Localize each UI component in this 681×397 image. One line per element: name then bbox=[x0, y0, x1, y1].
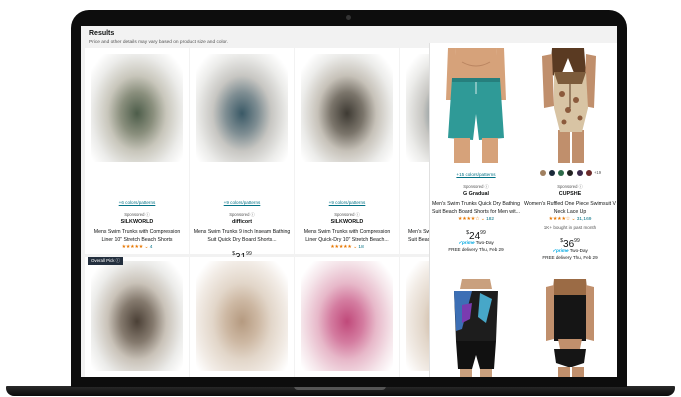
sponsored-label: Sponsored ⓘ bbox=[229, 212, 255, 217]
browser-screen: Results Price and other details may vary… bbox=[81, 26, 617, 377]
product-image[interactable] bbox=[196, 261, 288, 371]
colors-link[interactable]: +9 colors/patterns bbox=[295, 200, 399, 205]
swatch[interactable] bbox=[558, 170, 565, 176]
brand-name: G Gradual bbox=[462, 191, 490, 197]
rating[interactable]: ★★★★★ ⌄ 4 bbox=[85, 245, 189, 250]
product-title-link[interactable]: Men's Swim Trunks Quick Dry Bathing Suit… bbox=[430, 200, 522, 216]
star-rating-icon: ★★★★☆ bbox=[457, 217, 480, 222]
product-title-link[interactable]: Women's Ruffled One Piece Swimsuit V Nec… bbox=[522, 200, 617, 216]
overall-pick-badge: Overall Pick ⓘ bbox=[88, 257, 124, 265]
sponsored-label: Sponsored ⓘ bbox=[557, 184, 583, 189]
prime-badge: ✓prime Two-Day bbox=[458, 240, 494, 245]
product-card-5[interactable]: +19 Sponsored ⓘ CUPSHE Women's Ruffled O… bbox=[524, 48, 616, 278]
star-rating-icon: ★★★★★ bbox=[330, 245, 352, 250]
swatch[interactable] bbox=[549, 170, 556, 176]
product-card-6[interactable]: Overall Pick ⓘ bbox=[85, 257, 189, 377]
rating-count[interactable]: 31,169 bbox=[577, 217, 592, 222]
product-card-7[interactable] bbox=[190, 257, 294, 377]
brand-name: SILKWORLD bbox=[120, 219, 154, 225]
product-image[interactable] bbox=[301, 261, 393, 371]
product-card-2[interactable]: +9 colors/patterns Sponsored ⓘ difficort… bbox=[190, 48, 294, 287]
product-image[interactable] bbox=[524, 48, 616, 163]
results-subtitle: Price and other details may vary based o… bbox=[89, 40, 228, 45]
rating-count[interactable]: 182 bbox=[486, 217, 494, 222]
swatch[interactable] bbox=[585, 170, 592, 176]
product-image[interactable] bbox=[432, 48, 520, 163]
product-card-10-image[interactable] bbox=[524, 279, 616, 377]
swatch[interactable] bbox=[539, 170, 546, 176]
rating-count[interactable]: 4 bbox=[150, 245, 153, 250]
product-title-link[interactable]: Mens Swim Trunks with Compression Liner … bbox=[88, 228, 186, 244]
product-card-8[interactable] bbox=[295, 257, 399, 377]
delivery-info: FREE delivery Thu, Feb 29 bbox=[448, 247, 504, 252]
product-card-1[interactable]: +6 colors/patterns Sponsored ⓘ SILKWORLD… bbox=[85, 48, 189, 280]
product-card-9-image[interactable] bbox=[432, 279, 520, 377]
colors-link[interactable]: +9 colors/patterns bbox=[190, 200, 294, 205]
swatch[interactable] bbox=[576, 170, 583, 176]
swatch[interactable] bbox=[567, 170, 574, 176]
swatch-more[interactable]: +19 bbox=[594, 170, 601, 175]
star-rating-icon: ★★★★☆ bbox=[548, 217, 571, 222]
product-image[interactable] bbox=[301, 54, 393, 162]
rating-count[interactable]: 18 bbox=[358, 245, 363, 250]
product-title-link[interactable]: Mens Swim Trunks with Compression Liner … bbox=[298, 228, 396, 244]
highlighted-products-panel: +15 colors/patterns Sponsored ⓘ G Gradua… bbox=[430, 43, 617, 377]
brand-name: CUPSHE bbox=[558, 191, 582, 197]
rating[interactable]: ★★★★★ ⌄ 18 bbox=[295, 245, 399, 250]
brand-name: SILKWORLD bbox=[330, 219, 364, 225]
prime-badge: ✓prime Two-Day bbox=[552, 248, 588, 253]
camera-icon bbox=[346, 15, 351, 20]
sponsored-label: Sponsored ⓘ bbox=[124, 212, 150, 217]
rating[interactable]: ★★★★☆ ⌄ 182 bbox=[432, 217, 520, 222]
product-image[interactable] bbox=[196, 54, 288, 162]
results-heading: Results bbox=[89, 30, 115, 37]
product-title-link[interactable]: Mens Swim Trunks 9 inch Inseam Bathing S… bbox=[193, 228, 291, 244]
color-swatches[interactable]: +19 bbox=[524, 170, 616, 176]
colors-link[interactable]: +6 colors/patterns bbox=[85, 200, 189, 205]
delivery-info: FREE delivery Thu, Feb 29 bbox=[542, 255, 598, 260]
colors-link[interactable]: +15 colors/patterns bbox=[432, 172, 520, 177]
star-rating-icon: ★★★★★ bbox=[121, 245, 144, 250]
prime-icon: ✓prime bbox=[458, 240, 475, 245]
laptop-bezel: Results Price and other details may vary… bbox=[71, 10, 627, 387]
product-card-4-sharp[interactable]: +15 colors/patterns Sponsored ⓘ G Gradua… bbox=[432, 48, 520, 278]
rating[interactable]: ★★★★☆ ⌄ 31,169 bbox=[524, 217, 616, 222]
sponsored-label: Sponsored ⓘ bbox=[463, 184, 489, 189]
prime-icon: ✓prime bbox=[552, 248, 569, 253]
brand-name: difficort bbox=[231, 219, 253, 225]
product-image[interactable] bbox=[91, 261, 183, 371]
sponsored-label: Sponsored ⓘ bbox=[334, 212, 360, 217]
product-card-3[interactable]: +9 colors/patterns Sponsored ⓘ SILKWORLD… bbox=[295, 48, 399, 280]
bought-count: 1K+ bought in past month bbox=[543, 225, 597, 230]
product-image[interactable] bbox=[91, 54, 183, 162]
